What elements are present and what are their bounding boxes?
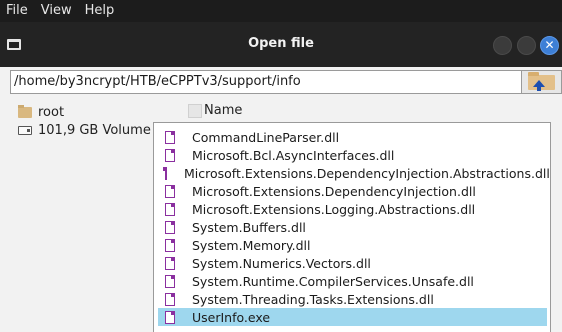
file-name: Microsoft.Extensions.DependencyInjection… bbox=[184, 165, 550, 181]
file-icon bbox=[165, 130, 175, 144]
file-row[interactable]: System.Numerics.Vectors.dll bbox=[158, 254, 547, 272]
menu-bar: File View Help bbox=[0, 0, 562, 22]
place-root[interactable]: root bbox=[18, 105, 64, 120]
file-row[interactable]: Microsoft.Extensions.DependencyInjection… bbox=[158, 164, 550, 182]
file-icon bbox=[165, 220, 175, 234]
file-row[interactable]: System.Buffers.dll bbox=[158, 218, 547, 236]
file-icon bbox=[165, 310, 175, 324]
file-row-selected[interactable]: UserInfo.exe bbox=[158, 308, 547, 326]
file-icon bbox=[165, 292, 175, 306]
file-name: System.Runtime.CompilerServices.Unsafe.d… bbox=[192, 273, 474, 289]
file-icon bbox=[165, 202, 175, 216]
close-button[interactable]: ✕ bbox=[540, 36, 559, 55]
file-name: System.Numerics.Vectors.dll bbox=[192, 255, 371, 271]
dialog-title-bar[interactable]: Open file ✕ bbox=[0, 22, 562, 67]
file-icon bbox=[165, 184, 175, 198]
file-list[interactable]: CommandLineParser.dll Microsoft.Bcl.Async… bbox=[153, 122, 551, 332]
sort-icon bbox=[188, 103, 202, 118]
file-name: Microsoft.Bcl.AsyncInterfaces.dll bbox=[192, 147, 395, 163]
file-icon bbox=[165, 256, 175, 270]
file-row[interactable]: Microsoft.Extensions.DependencyInjection… bbox=[158, 182, 547, 200]
minimize-button[interactable] bbox=[493, 36, 512, 55]
up-arrow-icon bbox=[533, 80, 545, 91]
file-name: System.Threading.Tasks.Extensions.dll bbox=[192, 291, 434, 307]
parent-folder-button[interactable] bbox=[522, 70, 562, 94]
maximize-button[interactable] bbox=[517, 36, 536, 55]
menu-file[interactable]: File bbox=[0, 0, 35, 22]
file-row[interactable]: Microsoft.Bcl.AsyncInterfaces.dll bbox=[158, 146, 547, 164]
column-header-name[interactable]: Name bbox=[188, 103, 242, 118]
file-icon bbox=[163, 166, 167, 180]
column-header-label: Name bbox=[204, 103, 243, 118]
place-volume[interactable]: 101,9 GB Volume bbox=[18, 123, 151, 138]
file-name: System.Memory.dll bbox=[192, 237, 311, 253]
file-name: Microsoft.Extensions.DependencyInjection… bbox=[192, 183, 476, 199]
file-name: UserInfo.exe bbox=[192, 309, 271, 325]
menu-view[interactable]: View bbox=[35, 0, 79, 22]
file-icon bbox=[165, 274, 175, 288]
file-name: Microsoft.Extensions.Logging.Abstraction… bbox=[192, 201, 476, 217]
file-row[interactable]: System.Threading.Tasks.Extensions.dll bbox=[158, 290, 547, 308]
dialog-title: Open file bbox=[248, 36, 314, 51]
file-name: System.Buffers.dll bbox=[192, 219, 306, 235]
path-input[interactable]: /home/by3ncrypt/HTB/eCPPTv3/support/info bbox=[10, 70, 522, 94]
file-icon bbox=[165, 148, 175, 162]
file-row[interactable]: System.Runtime.CompilerServices.Unsafe.d… bbox=[158, 272, 547, 290]
menu-help[interactable]: Help bbox=[79, 0, 122, 22]
file-row[interactable]: System.Memory.dll bbox=[158, 236, 547, 254]
drive-icon bbox=[18, 126, 32, 135]
file-row[interactable]: CommandLineParser.dll bbox=[158, 128, 547, 146]
close-icon: ✕ bbox=[544, 38, 555, 52]
file-icon bbox=[165, 238, 175, 252]
place-label: root bbox=[38, 105, 65, 120]
file-name: CommandLineParser.dll bbox=[192, 129, 340, 145]
file-row[interactable]: Microsoft.Extensions.Logging.Abstraction… bbox=[158, 200, 547, 218]
folder-icon bbox=[18, 105, 32, 118]
place-label: 101,9 GB Volume bbox=[38, 123, 151, 138]
